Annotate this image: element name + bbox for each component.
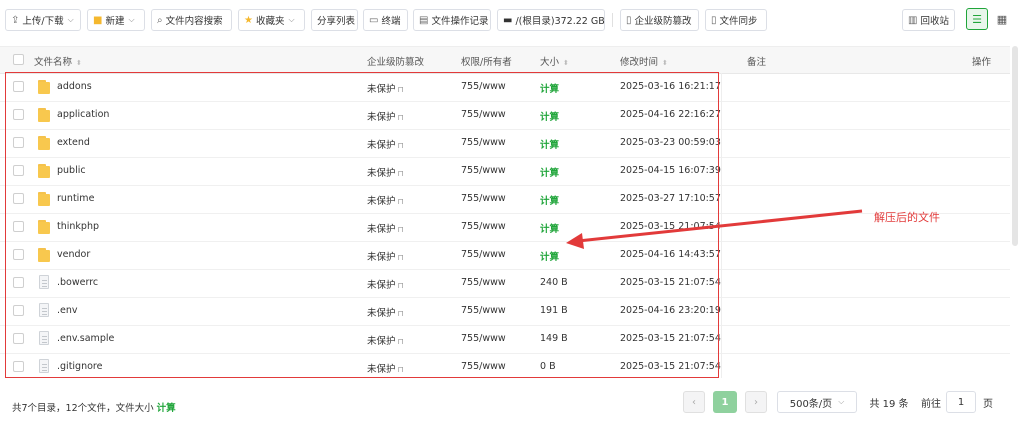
chevron-left-icon: ‹	[692, 396, 696, 408]
goto-page-input[interactable]: 1	[946, 391, 976, 413]
calc-size-link[interactable]: 计算	[157, 403, 176, 414]
annotation-label: 解压后的文件	[874, 211, 940, 224]
footer-summary: 共7个目录，12个文件，文件大小 计算	[12, 403, 176, 414]
next-page-button[interactable]: ›	[745, 391, 767, 413]
chevron-down-icon: ⌵	[838, 397, 845, 406]
total-count: 共 19 条	[869, 398, 909, 410]
annotation-arrow	[566, 209, 863, 249]
page-suffix: 页	[983, 398, 993, 410]
goto-label: 前往	[921, 398, 941, 410]
page-1[interactable]: 1	[713, 391, 737, 413]
page-size-select[interactable]: 500条/页 ⌵	[777, 391, 857, 413]
chevron-right-icon: ›	[754, 396, 758, 408]
prev-page-button[interactable]: ‹	[683, 391, 705, 413]
